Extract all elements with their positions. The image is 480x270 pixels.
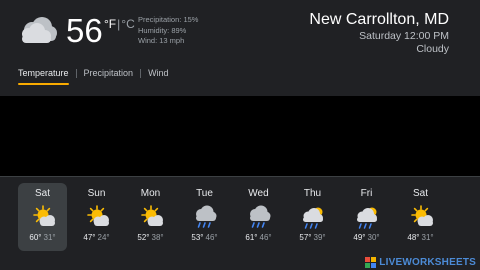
day-temps: 47° 24° — [72, 233, 121, 242]
partly-cloudy-icon — [22, 17, 57, 43]
day-name: Sat — [34, 188, 50, 199]
forecast-day[interactable]: Thu 57° 39° — [288, 183, 337, 251]
day-name: Sat — [412, 188, 428, 199]
unit-celsius[interactable]: °C — [121, 17, 134, 31]
wind-text: Wind: 13 mph — [138, 36, 185, 45]
high-temp: 53° — [191, 233, 204, 242]
forecast-day[interactable]: Wed 61° 46° — [234, 183, 283, 251]
day-temps: 52° 38° — [126, 233, 175, 242]
tab-precipitation[interactable]: Precipitation — [84, 67, 134, 85]
tab-wind[interactable]: Wind — [148, 67, 169, 85]
day-name: Tue — [196, 188, 213, 199]
current-temperature: 56 — [66, 12, 103, 49]
hourly-chart-area[interactable] — [0, 96, 480, 176]
low-temp: 46° — [259, 233, 272, 242]
low-temp: 46° — [205, 233, 218, 242]
tab-temperature[interactable]: Temperature — [18, 67, 69, 85]
partly-sunny-icon — [32, 205, 55, 226]
rain-cloud-sun-icon — [302, 207, 323, 229]
unit-separator: | — [117, 17, 121, 31]
high-temp: 57° — [299, 233, 312, 242]
day-name: Sun — [87, 188, 106, 199]
partly-sunny-icon — [86, 205, 109, 226]
condition-text: Cloudy — [416, 43, 449, 55]
forecast-day[interactable]: Tue 53° 46° — [180, 183, 229, 251]
low-temp: 38° — [151, 233, 164, 242]
high-temp: 48° — [407, 233, 420, 242]
tab-divider — [140, 68, 142, 78]
unit-fahrenheit[interactable]: °F — [104, 17, 116, 31]
forecast-day[interactable]: Mon 52° 38° — [126, 183, 175, 251]
low-temp: 31° — [43, 233, 56, 242]
low-temp: 39° — [313, 233, 326, 242]
day-temps: 48° 31° — [396, 233, 445, 242]
day-name: Thu — [303, 188, 322, 199]
weather-details: Precipitation: 15% Humidity: 89% Wind: 1… — [138, 15, 198, 47]
low-temp: 30° — [367, 233, 380, 242]
rain-icon — [249, 205, 270, 228]
day-name: Mon — [140, 188, 161, 199]
low-temp: 24° — [97, 233, 110, 242]
rain-cloud-sun-icon — [356, 207, 377, 229]
tab-divider — [75, 68, 77, 78]
watermark-text: LIVEWORKSHEETS — [379, 257, 476, 268]
high-temp: 61° — [245, 233, 258, 242]
day-name: Fri — [360, 188, 373, 199]
divider — [0, 176, 480, 177]
date-time: Saturday 12:00 PM — [359, 30, 449, 42]
day-temps: 57° 39° — [288, 233, 337, 242]
day-temps: 61° 46° — [234, 233, 283, 242]
forecast-day[interactable]: Sat 48° 31° — [396, 183, 445, 251]
precipitation-text: Precipitation: 15% — [138, 15, 199, 24]
location-title: New Carrollton, MD — [309, 11, 449, 28]
location-info: New Carrollton, MD Saturday 12:00 PM Clo… — [309, 10, 449, 56]
forecast-day[interactable]: Sat 60° 31° — [18, 183, 67, 251]
low-temp: 31° — [421, 233, 434, 242]
high-temp: 49° — [353, 233, 366, 242]
day-name: Wed — [248, 188, 269, 199]
partly-sunny-icon — [410, 205, 433, 226]
high-temp: 60° — [29, 233, 42, 242]
high-temp: 47° — [83, 233, 96, 242]
daily-forecast: Sat 60° 31° Sun 47° 24° Mon 52° 38° Tue … — [18, 183, 450, 251]
liveworksheets-watermark: LIVEWORKSHEETS — [365, 257, 476, 268]
rain-icon — [195, 205, 216, 228]
day-temps: 49° 30° — [342, 233, 391, 242]
high-temp: 52° — [137, 233, 150, 242]
day-temps: 60° 31° — [18, 233, 67, 242]
day-temps: 53° 46° — [180, 233, 229, 242]
chart-tabs: Temperature Precipitation Wind — [18, 67, 169, 85]
liveworksheets-logo-icon — [365, 257, 377, 268]
unit-toggle: °F|°C — [104, 17, 135, 31]
humidity-text: Humidity: 89% — [138, 25, 187, 35]
partly-sunny-icon — [140, 205, 163, 226]
forecast-day[interactable]: Sun 47° 24° — [72, 183, 121, 251]
forecast-day[interactable]: Fri 49° 30° — [342, 183, 391, 251]
